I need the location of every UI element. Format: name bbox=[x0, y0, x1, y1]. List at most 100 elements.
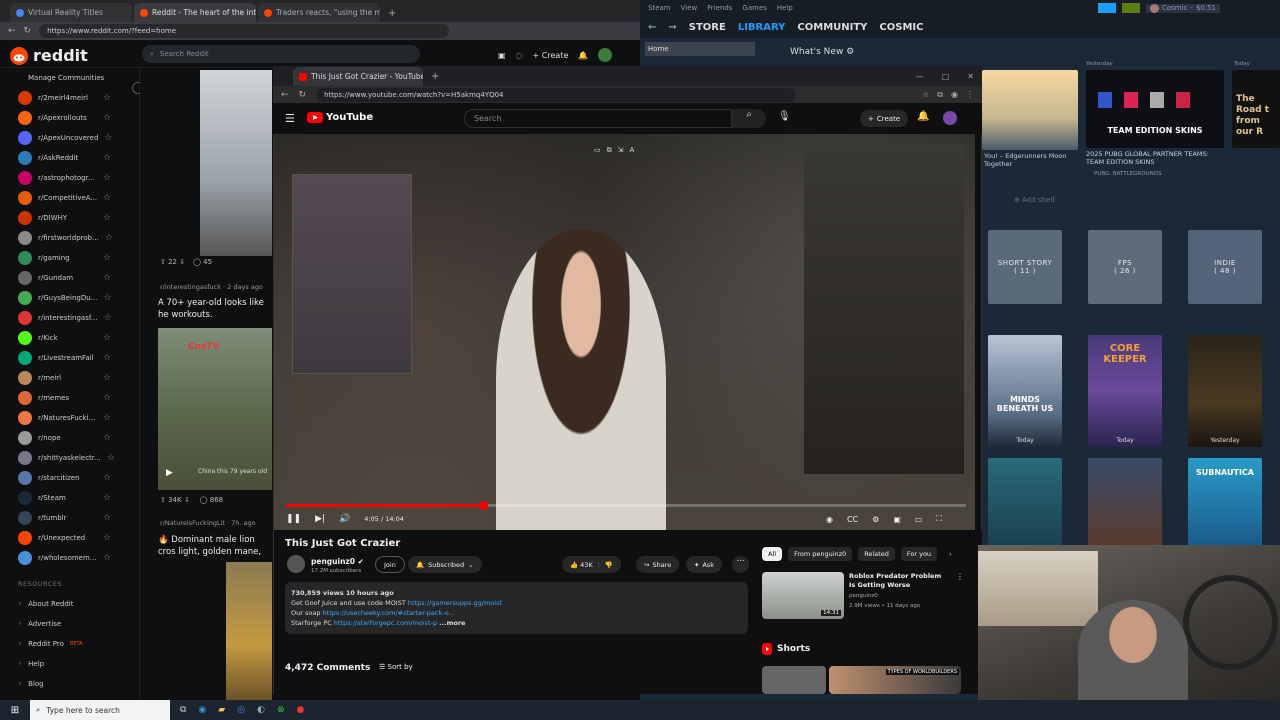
sidebar-community-item[interactable]: r/shittyaskelectr... ☆ bbox=[0, 448, 139, 468]
game-core-keeper[interactable]: CORE KEEPER Today bbox=[1088, 335, 1162, 447]
favorite-star-icon[interactable]: ☆ bbox=[103, 313, 111, 323]
nav-library[interactable]: LIBRARY bbox=[738, 22, 786, 33]
sidebar-community-item[interactable]: r/2meirl4meirl ☆ bbox=[0, 88, 139, 108]
share-button[interactable]: ↪ Share bbox=[636, 556, 680, 573]
sidebar-community-item[interactable]: r/firstworldprob... ☆ bbox=[0, 228, 139, 248]
chip-related[interactable]: Related bbox=[858, 547, 895, 561]
tab-reddit-home[interactable]: Reddit - The heart of the internet bbox=[134, 3, 256, 22]
voice-search-icon[interactable]: 🎙 bbox=[778, 111, 791, 122]
reddit-logo[interactable]: reddit bbox=[10, 46, 88, 65]
favorite-star-icon[interactable]: ☆ bbox=[105, 233, 113, 243]
theater-mode-icon[interactable]: ▭ bbox=[915, 515, 923, 524]
chevron-right-icon[interactable]: › bbox=[943, 547, 952, 561]
settings-gear-icon[interactable]: ⚙ bbox=[872, 515, 879, 524]
tab-youtube-video[interactable]: This Just Got Crazier - YouTube× bbox=[293, 67, 423, 86]
sidebar-community-item[interactable]: r/Gundam ☆ bbox=[0, 268, 139, 288]
dislike-button[interactable]: 👎 bbox=[605, 561, 613, 569]
maximize-icon[interactable]: □ bbox=[942, 72, 950, 81]
progress-bar-track[interactable] bbox=[286, 504, 966, 507]
favorite-star-icon[interactable]: ☆ bbox=[103, 293, 111, 303]
chat-icon[interactable]: ◌ bbox=[516, 51, 523, 60]
url-field[interactable]: https://www.youtube.com/watch?v=H5akmq4Y… bbox=[316, 87, 797, 102]
sidebar-community-item[interactable]: r/LivestreamFail ☆ bbox=[0, 348, 139, 368]
favorite-star-icon[interactable]: ☆ bbox=[103, 193, 111, 203]
start-windows-icon[interactable]: ⊞ bbox=[0, 705, 30, 716]
back-icon[interactable]: ← bbox=[648, 22, 656, 33]
sidebar-community-item[interactable]: r/Apexrollouts ☆ bbox=[0, 108, 139, 128]
ask-button[interactable]: ✦ Ask bbox=[686, 556, 723, 573]
whats-new-card-road[interactable]: The Road t from our R bbox=[1232, 70, 1280, 148]
collection-fps[interactable]: FPS( 26 ) bbox=[1088, 230, 1162, 304]
avatar[interactable] bbox=[598, 48, 613, 62]
sidebar-community-item[interactable]: r/tumblr ☆ bbox=[0, 508, 139, 528]
sidebar-community-item[interactable]: r/gaming ☆ bbox=[0, 248, 139, 268]
sort-by-button[interactable]: ☰ Sort by bbox=[379, 663, 413, 671]
favorite-star-icon[interactable]: ☆ bbox=[103, 253, 111, 263]
menu-dots-icon[interactable]: ⋮ bbox=[966, 90, 974, 100]
post-subreddit[interactable]: r/NaturelsFuckingLit bbox=[160, 519, 225, 527]
favorite-star-icon[interactable]: ☆ bbox=[103, 213, 111, 223]
favorite-star-icon[interactable]: ☆ bbox=[103, 493, 111, 503]
favorite-star-icon[interactable]: ☆ bbox=[103, 413, 111, 423]
rec-thumbnail[interactable]: 14:31 bbox=[762, 572, 844, 619]
resource-link[interactable]: ◦ Reddit Pro BETA bbox=[0, 634, 139, 654]
favorite-star-icon[interactable]: ☆ bbox=[103, 393, 111, 403]
resource-link[interactable]: ◦ About Reddit bbox=[0, 594, 139, 614]
sidebar-community-item[interactable]: r/Unexpected ☆ bbox=[0, 528, 139, 548]
post3-title[interactable]: 🔥 Dominant male lion cros light, golden … bbox=[158, 534, 272, 558]
whats-new-card-edgerunners[interactable] bbox=[982, 70, 1078, 150]
back-icon[interactable]: ← bbox=[281, 90, 289, 100]
show-more[interactable]: ...more bbox=[439, 619, 465, 627]
sidebar-community-item[interactable]: r/memes ☆ bbox=[0, 388, 139, 408]
sidebar-community-item[interactable]: r/GuysBeingDu... ☆ bbox=[0, 288, 139, 308]
favorite-star-icon[interactable]: ☆ bbox=[103, 553, 111, 563]
steam-username[interactable]: Cosmic bbox=[1162, 4, 1187, 12]
sidebar-community-item[interactable]: r/DIWHY ☆ bbox=[0, 208, 139, 228]
menu-help[interactable]: Help bbox=[777, 4, 793, 12]
favorite-star-icon[interactable]: ☆ bbox=[103, 113, 111, 123]
nav-user[interactable]: COSMIC bbox=[879, 22, 923, 33]
reload-icon[interactable]: ↻ bbox=[299, 90, 307, 100]
minimize-icon[interactable]: — bbox=[916, 72, 924, 81]
chip-for-you[interactable]: For you bbox=[900, 547, 938, 561]
more-actions-button[interactable]: ⋯ bbox=[732, 556, 749, 573]
sidebar-community-item[interactable]: r/nope ☆ bbox=[0, 428, 139, 448]
youtube-search-input[interactable]: Search bbox=[464, 109, 732, 128]
favorite-star-icon[interactable]: ☆ bbox=[103, 153, 111, 163]
description-box[interactable]: 730,859 views 10 hours ago Get Goof Juic… bbox=[285, 582, 748, 634]
play-icon[interactable]: ▶ bbox=[166, 468, 173, 478]
steam-icon[interactable]: ◐ bbox=[257, 705, 265, 715]
menu-steam[interactable]: Steam bbox=[648, 4, 671, 12]
favorite-star-icon[interactable]: ☆ bbox=[103, 433, 111, 443]
post2-title[interactable]: A 70+ year-old looks like he workouts. bbox=[158, 297, 272, 321]
extensions-icon[interactable]: ⧉ bbox=[937, 90, 943, 100]
forward-icon[interactable]: → bbox=[668, 22, 676, 33]
search-button[interactable]: ⌕ bbox=[732, 109, 766, 128]
create-button[interactable]: + Create bbox=[860, 110, 909, 127]
rec-channel[interactable]: penguinz0 bbox=[849, 593, 878, 599]
menu-games[interactable]: Games bbox=[742, 4, 767, 12]
chip-from-channel[interactable]: From penguinz0 bbox=[788, 547, 853, 561]
desc-link[interactable]: https://gamersupps.gg/moist bbox=[408, 599, 502, 607]
desc-link[interactable]: https://usecheeky.com/#starter-pack-o... bbox=[323, 609, 455, 617]
notification-bell-icon[interactable]: 🔔 bbox=[917, 111, 929, 122]
game-subnautica[interactable]: SUBNAUTICA bbox=[1188, 458, 1262, 548]
captions-icon[interactable]: CC bbox=[847, 515, 858, 524]
game-row3-2[interactable] bbox=[1088, 458, 1162, 548]
post2-video[interactable]: CnsTV China this 79 years old ▶ bbox=[158, 328, 272, 490]
file-explorer-icon[interactable]: ▰ bbox=[218, 705, 225, 715]
favorite-star-icon[interactable]: ☆ bbox=[103, 173, 111, 183]
subscribed-button[interactable]: 🔔 Subscribed ⌄ bbox=[408, 556, 482, 573]
fullscreen-icon[interactable]: ⛶ bbox=[936, 514, 942, 524]
create-button[interactable]: + Create bbox=[533, 51, 569, 60]
sidebar-community-item[interactable]: r/AskReddit ☆ bbox=[0, 148, 139, 168]
edge-icon[interactable]: ◉ bbox=[198, 705, 206, 715]
resource-link[interactable]: ◦ Advertise bbox=[0, 614, 139, 634]
xbox-icon[interactable]: ⊗ bbox=[277, 705, 285, 715]
expand-icon[interactable]: ⇲ bbox=[618, 146, 624, 155]
notification-bell-icon[interactable]: 🔔 bbox=[578, 51, 588, 60]
favorite-star-icon[interactable]: ☆ bbox=[103, 373, 111, 383]
game-row3-1[interactable] bbox=[988, 458, 1062, 548]
upvote-button[interactable]: ⇧ 22 ⇩ bbox=[160, 258, 185, 266]
rec-title[interactable]: Roblox Predator Problem Is Getting Worse bbox=[849, 572, 949, 590]
